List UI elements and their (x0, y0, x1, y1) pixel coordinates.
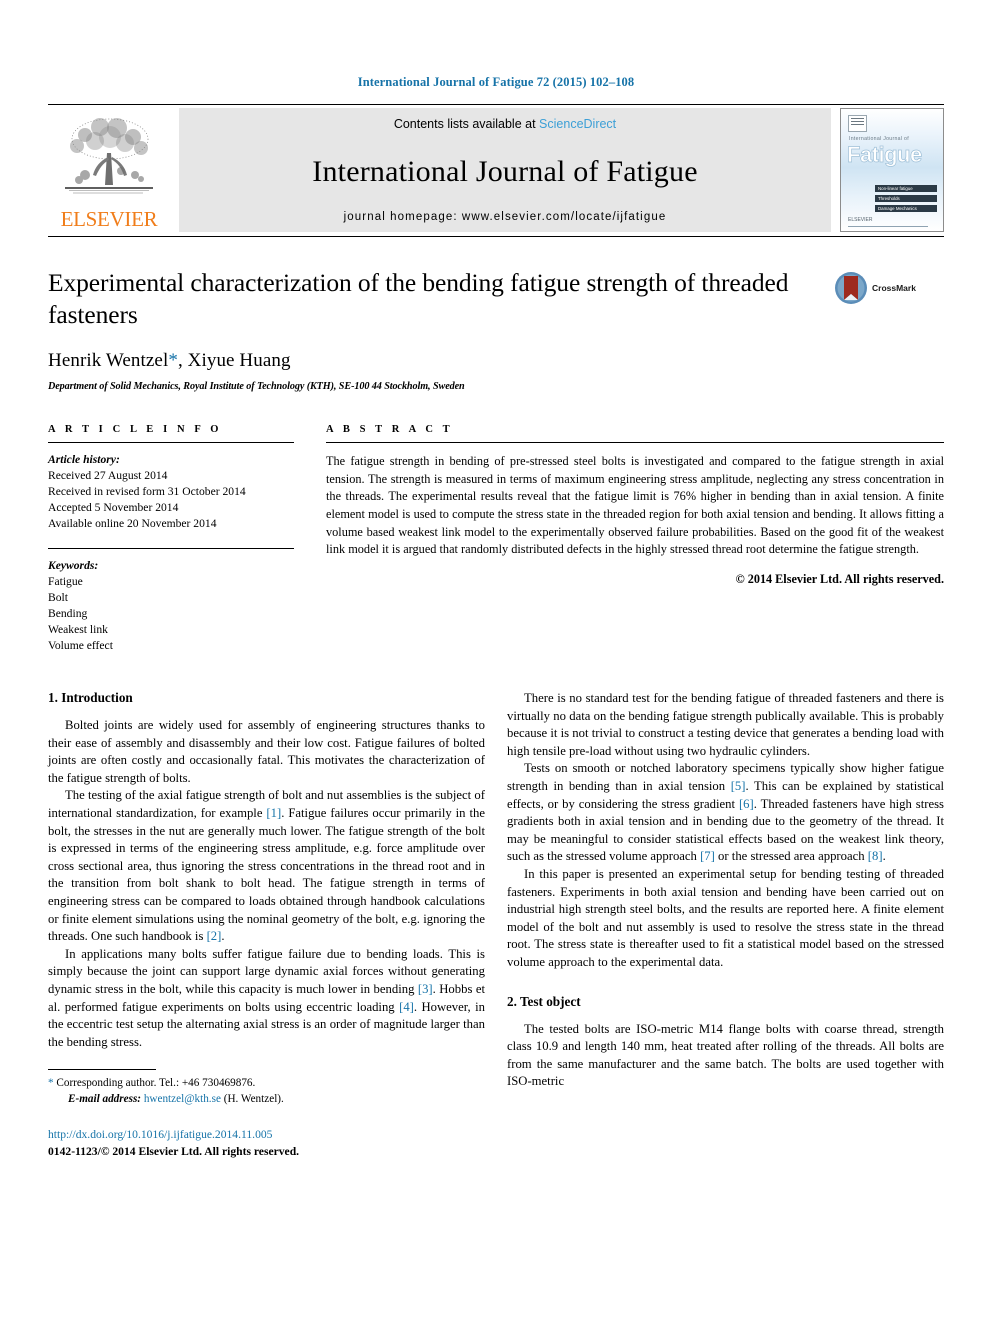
cover-bar-2-label: Thresholds (878, 195, 900, 201)
cover-bar-3-label: Damage Mechanics (878, 205, 917, 211)
cover-bar-2: Thresholds (875, 195, 937, 202)
history-item: Received in revised form 31 October 2014 (48, 485, 246, 499)
history-item: Available online 20 November 2014 (48, 517, 217, 531)
contents-line: Contents lists available at ScienceDirec… (394, 117, 616, 131)
right-paragraph-3: In this paper is presented an experiment… (507, 867, 944, 969)
sciencedirect-link[interactable]: ScienceDirect (539, 117, 616, 131)
citation-4[interactable]: [4] (399, 1000, 414, 1014)
crossmark-badge[interactable]: CrossMark (834, 267, 944, 305)
citation-3[interactable]: [3] (418, 982, 433, 996)
author-secondary: , Xiyue Huang (177, 350, 291, 372)
cover-footer-logo: ELSEVIER (848, 217, 873, 223)
keyword-item: Volume effect (48, 639, 113, 653)
contents-prefix: Contents lists available at (393, 117, 536, 131)
journal-banner: Contents lists available at ScienceDirec… (179, 108, 831, 232)
elsevier-wordmark: ELSEVIER (60, 207, 158, 231)
author-list: Henrik Wentzel*, Xiyue Huang (48, 350, 814, 372)
elsevier-logo: ELSEVIER (48, 108, 170, 232)
keyword-item: Fatigue (48, 575, 83, 589)
corresponding-author-note: * Corresponding author. Tel.: +46 730469… (48, 1076, 485, 1092)
corresponding-author-text: Corresponding author. Tel.: +46 73046987… (53, 1077, 256, 1090)
intro-paragraph-2: The testing of the axial fatigue strengt… (48, 787, 485, 945)
body-column-right: There is no standard test for the bendin… (507, 690, 944, 1160)
page-title: Experimental characterization of the ben… (48, 268, 789, 330)
issn-copyright: 0142-1123/© 2014 Elsevier Ltd. All right… (48, 1144, 300, 1158)
running-head: International Journal of Fatigue 72 (201… (357, 75, 635, 89)
cover-publisher-icon (848, 115, 867, 132)
email-label: E-mail address: (68, 1093, 142, 1106)
crossmark-icon (835, 272, 867, 304)
doi-link[interactable]: http://dx.doi.org/10.1016/j.ijfatigue.20… (48, 1127, 485, 1143)
footnote-block: * Corresponding author. Tel.: +46 730469… (48, 1069, 485, 1160)
history-item: Accepted 5 November 2014 (48, 501, 179, 515)
intro-paragraph-3: In applications many bolts suffer fatigu… (48, 946, 485, 1052)
author-primary: Henrik Wentzel (48, 350, 169, 372)
info-abstract-section: A R T I C L E I N F O Article history: R… (48, 424, 944, 654)
citation-8[interactable]: [8] (868, 849, 883, 863)
right-p2-end: . (882, 849, 886, 864)
right-p2-part-d: or the stressed area approach (714, 849, 868, 864)
history-item: Received 27 August 2014 (48, 469, 168, 483)
article-info-rule (48, 442, 294, 444)
journal-homepage[interactable]: journal homepage: www.elsevier.com/locat… (344, 211, 667, 223)
abstract-rule (326, 442, 944, 444)
right-paragraph-1: There is no standard test for the bendin… (507, 691, 944, 758)
keyword-item: Weakest link (48, 623, 108, 637)
right-paragraph-2: Tests on smooth or notched laboratory sp… (507, 760, 944, 866)
body-columns: 1. Introduction Bolted joints are widely… (48, 690, 944, 1160)
citation-5[interactable]: [5] (731, 779, 746, 793)
affiliation: Department of Solid Mechanics, Royal Ins… (48, 381, 465, 393)
article-history-label: Article history: (48, 453, 120, 467)
crossmark-label: CrossMark (872, 283, 916, 293)
body-column-left: 1. Introduction Bolted joints are widely… (48, 690, 485, 1160)
masthead-bottom-rule (48, 236, 944, 237)
abstract-heading: A B S T R A C T (326, 424, 454, 436)
keywords-block: Keywords: Fatigue Bolt Bending Weakest l… (48, 548, 294, 654)
keyword-item: Bending (48, 607, 88, 621)
article-info-column: A R T I C L E I N F O Article history: R… (48, 424, 326, 654)
cover-bar-1-label: Non-linear fatigue (878, 185, 913, 191)
cover-bar-3: Damage Mechanics (875, 205, 937, 212)
cover-big-title: Fatigue (847, 142, 923, 168)
section-heading-introduction: 1. Introduction (48, 690, 133, 706)
test-object-paragraph-1: The tested bolts are ISO-metric M14 flan… (507, 1021, 944, 1089)
citation-6[interactable]: [6] (739, 797, 754, 811)
journal-cover-thumbnail: International Journal of Fatigue Non-lin… (840, 108, 944, 232)
article-history: Article history: Received 27 August 2014… (48, 452, 294, 532)
intro-p2-part-b: . Fatigue failures occur primarily in th… (48, 806, 485, 944)
abstract-column: A B S T R A C T The fatigue strength in … (326, 424, 944, 654)
section-heading-test-object: 2. Test object (507, 993, 581, 1009)
email-link[interactable]: hwentzel@kth.se (144, 1093, 221, 1105)
email-note: E-mail address: hwentzel@kth.se (H. Went… (48, 1092, 485, 1108)
cover-bar-1: Non-linear fatigue (875, 185, 937, 192)
cover-footer-rule (848, 226, 928, 227)
citation-2[interactable]: [2] (207, 929, 222, 943)
paper-page: International Journal of Fatigue 72 (201… (0, 0, 992, 1323)
abstract-copyright: © 2014 Elsevier Ltd. All rights reserved… (735, 571, 944, 586)
corresponding-author-marker: * (168, 350, 178, 372)
doi-block: http://dx.doi.org/10.1016/j.ijfatigue.20… (48, 1127, 485, 1160)
keyword-item: Bolt (48, 591, 68, 605)
abstract-text: The fatigue strength in bending of pre-s… (326, 454, 944, 557)
citation-1[interactable]: [1] (266, 806, 281, 820)
journal-masthead: ELSEVIER Contents lists available at Sci… (48, 104, 944, 232)
article-info-heading: A R T I C L E I N F O (48, 424, 223, 436)
title-block: Experimental characterization of the ben… (48, 267, 944, 392)
email-suffix: (H. Wentzel). (220, 1093, 284, 1106)
journal-title: International Journal of Fatigue (312, 155, 698, 188)
intro-p2-end: . (221, 929, 225, 944)
intro-paragraph-1: Bolted joints are widely used for assemb… (48, 718, 485, 785)
citation-7[interactable]: [7] (700, 849, 715, 863)
keywords-label: Keywords: (48, 559, 99, 573)
elsevier-tree-icon (55, 113, 163, 208)
